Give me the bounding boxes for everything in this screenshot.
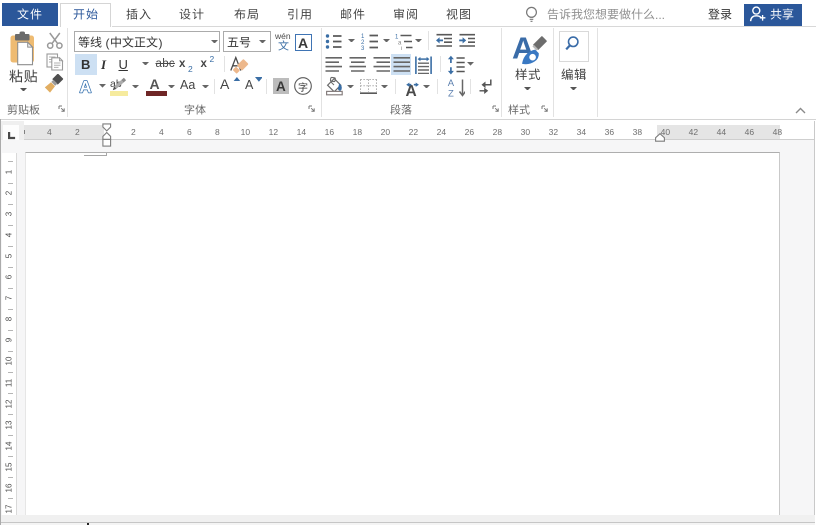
svg-text:A: A (447, 78, 454, 89)
svg-text:Z: Z (448, 88, 454, 98)
svg-text:A: A (80, 79, 92, 96)
svg-text:i: i (401, 46, 402, 50)
svg-text:3: 3 (361, 46, 365, 50)
